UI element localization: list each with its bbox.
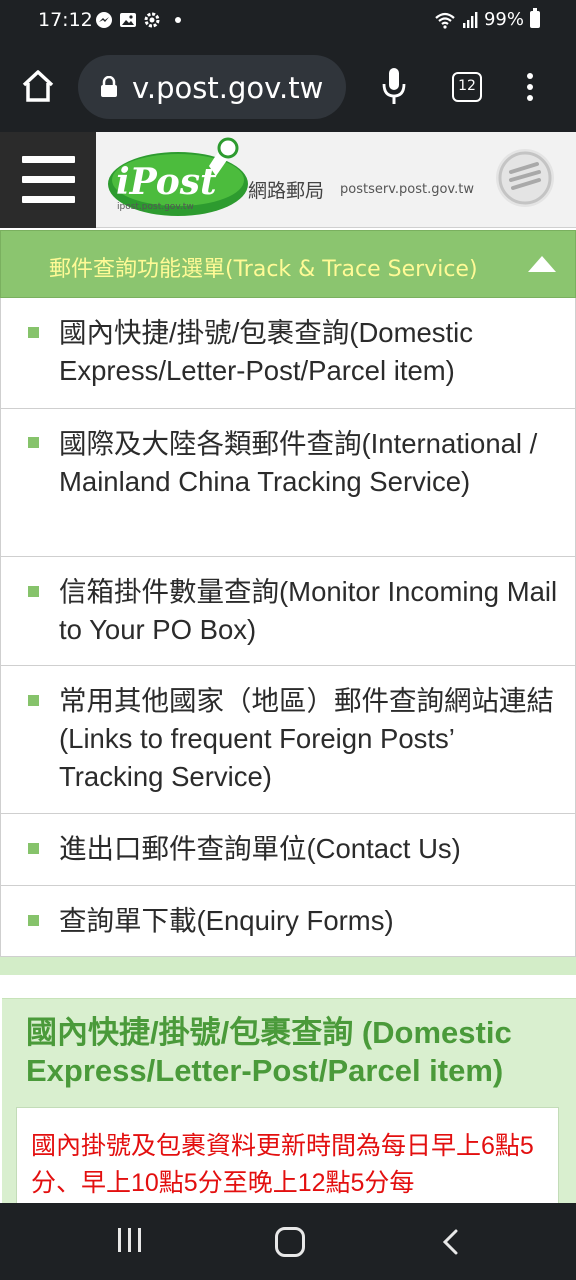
browser-menu-icon[interactable] [522, 70, 538, 106]
browser-toolbar: v.post.gov.tw 12 [0, 42, 576, 132]
url-text: v.post.gov.tw [132, 71, 324, 105]
tab-switcher-button[interactable]: 12 [452, 72, 482, 102]
back-icon[interactable] [441, 1229, 461, 1255]
menu-item-label[interactable]: 信箱掛件數量查詢(Monitor Incoming Mail to Your P… [59, 573, 559, 649]
more-notifications-dot [175, 17, 181, 23]
menu-item-contact-us[interactable]: 進出口郵件查詢單位(Contact Us) [0, 814, 576, 886]
update-time-notice: 國內掛號及包裹資料更新時間為每日早上6點5分、早上10點5分至晚上12點5分每 [31, 1132, 534, 1197]
menu-item-domestic[interactable]: 國內快捷/掛號/包裹查詢(Domestic Express/Letter-Pos… [0, 298, 576, 409]
bullet-icon [28, 695, 39, 706]
svg-text:iPost: iPost [116, 161, 217, 203]
bullet-icon [28, 437, 39, 448]
system-navigation-bar [0, 1203, 576, 1280]
menu-header-title: 郵件查詢功能選單(Track & Trace Service) [49, 257, 478, 282]
section-title: 國內快捷/掛號/包裹查詢 (Domestic Express/Letter-Po… [26, 1015, 512, 1088]
notification-icons [95, 11, 181, 29]
domestic-tracking-section: 國內快捷/掛號/包裹查詢 (Domestic Express/Letter-Po… [2, 998, 576, 1217]
menu-item-label[interactable]: 查詢單下載(Enquiry Forms) [59, 902, 559, 940]
site-name: 網路郵局 [248, 180, 325, 202]
track-trace-menu-header[interactable]: 郵件查詢功能選單(Track & Trace Service) [0, 230, 576, 298]
hamburger-menu-icon[interactable] [0, 132, 96, 228]
microphone-icon[interactable] [380, 66, 408, 106]
list-menu-icon[interactable] [494, 146, 556, 210]
collapse-arrow-icon[interactable] [528, 256, 556, 272]
menu-bottom-bar [0, 957, 576, 975]
bullet-icon [28, 586, 39, 597]
settings-icon [144, 12, 160, 28]
address-bar[interactable]: v.post.gov.tw [78, 55, 346, 119]
status-right: 99% [434, 8, 540, 30]
bullet-icon [28, 327, 39, 338]
menu-item-international[interactable]: 國際及大陸各類郵件查詢(International / Mainland Chi… [0, 409, 576, 557]
wifi-icon [435, 12, 455, 29]
menu-item-label[interactable]: 國內快捷/掛號/包裹查詢(Domestic Express/Letter-Pos… [59, 314, 559, 390]
recent-apps-icon[interactable] [116, 1228, 144, 1254]
lock-icon [101, 76, 117, 97]
battery-icon [530, 8, 540, 28]
menu-item-po-box[interactable]: 信箱掛件數量查詢(Monitor Incoming Mail to Your P… [0, 557, 576, 666]
home-nav-icon[interactable] [275, 1227, 305, 1257]
signal-icon [462, 12, 478, 28]
menu-item-foreign-links[interactable]: 常用其他國家（地區）郵件查詢網站連結(Links to frequent For… [0, 666, 576, 814]
bullet-icon [28, 843, 39, 854]
status-time: 17:12 [38, 9, 93, 31]
site-header: iPost ipost.post.gov.tw 網路郵局 postserv.po… [0, 132, 576, 228]
battery-percent: 99% [483, 9, 524, 30]
site-domain: postserv.post.gov.tw [340, 182, 474, 197]
menu-item-label[interactable]: 國際及大陸各類郵件查詢(International / Mainland Chi… [59, 425, 559, 501]
menu-item-label[interactable]: 進出口郵件查詢單位(Contact Us) [59, 830, 559, 868]
notice-box: 國內掛號及包裹資料更新時間為每日早上6點5分、早上10點5分至晚上12點5分每 [16, 1107, 559, 1217]
bullet-icon [28, 915, 39, 926]
menu-item-label[interactable]: 常用其他國家（地區）郵件查詢網站連結(Links to frequent For… [59, 682, 559, 796]
home-icon[interactable] [20, 68, 56, 104]
status-bar: 17:12 99% [0, 0, 576, 42]
menu-item-enquiry-forms[interactable]: 查詢單下載(Enquiry Forms) [0, 886, 576, 957]
logo-subtext: ipost.post.gov.tw [117, 202, 194, 212]
messenger-icon [96, 12, 112, 28]
gallery-icon [120, 13, 136, 27]
